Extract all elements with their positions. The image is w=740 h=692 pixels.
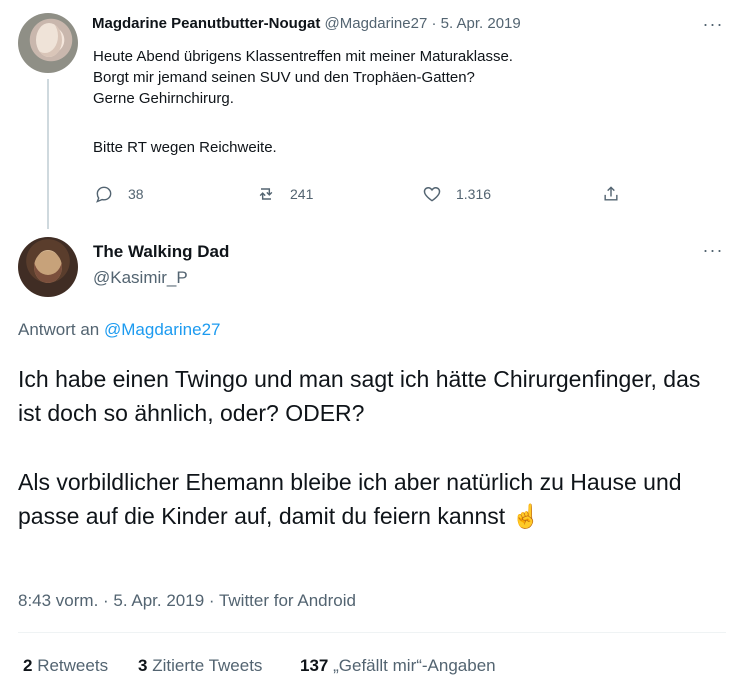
- like-count: 1.316: [456, 186, 492, 202]
- share-action[interactable]: [601, 184, 621, 204]
- likes-stat-label: „Gefällt mir“-Angaben: [333, 656, 496, 675]
- share-icon: [604, 186, 618, 201]
- tweet1-line-3: Gerne Gehirnchirurg.: [93, 90, 234, 107]
- tweet1-text: Heute Abend übrigens Klassentreffen mit …: [93, 46, 693, 158]
- tweet1-handle[interactable]: @Magdarine27: [325, 15, 428, 32]
- quotes-stat-label: Zitierte Tweets: [152, 656, 263, 675]
- quotes-stat[interactable]: 3 Zitierte Tweets: [138, 656, 262, 676]
- tweet2-paragraph-1: Ich habe einen Twingo und man sagt ich h…: [18, 366, 701, 426]
- tweet1-more-icon[interactable]: ···: [701, 15, 725, 33]
- tweet1-line-4: [93, 109, 693, 137]
- reply-to-line: Antwort an @Magdarine27: [18, 320, 221, 340]
- tweet2-handle[interactable]: @Kasimir_P: [93, 268, 188, 288]
- tweet1-date[interactable]: 5. Apr. 2019: [441, 15, 521, 32]
- retweets-stat-count: 2: [23, 656, 33, 675]
- reply-count: 38: [128, 186, 144, 202]
- tweet1-line-1: Heute Abend übrigens Klassentreffen mit …: [93, 48, 513, 65]
- likes-stat[interactable]: 137 „Gefällt mir“-Angaben: [300, 656, 496, 676]
- retweet-action[interactable]: 241: [256, 184, 313, 204]
- author-avatar-magdarine[interactable]: [18, 13, 78, 73]
- retweet-icon: [259, 188, 273, 200]
- tweet1-author-name[interactable]: Magdarine Peanutbutter-Nougat: [92, 15, 320, 32]
- tweet2-author-name[interactable]: The Walking Dad: [93, 242, 229, 262]
- tweet1-line-5: Bitte RT wegen Reichweite.: [93, 139, 277, 156]
- tweet2-more-icon[interactable]: ···: [701, 241, 725, 259]
- tweet1-header: Magdarine Peanutbutter-Nougat @Magdarine…: [92, 15, 692, 39]
- author-avatar-walking-dad[interactable]: [18, 237, 78, 297]
- thread-connector-line: [47, 79, 49, 229]
- retweet-count: 241: [290, 186, 314, 202]
- reply-icon: [96, 186, 112, 203]
- tweet1-line-2: Borgt mir jemand seinen SUV und den Trop…: [93, 69, 475, 86]
- quotes-stat-count: 3: [138, 656, 148, 675]
- tweet2-timestamp[interactable]: 8:43 vorm. · 5. Apr. 2019 · Twitter for …: [18, 591, 356, 611]
- retweets-stat-label: Retweets: [37, 656, 109, 675]
- retweets-stat[interactable]: 2 Retweets: [23, 656, 108, 676]
- tweet1-dot: ·: [431, 15, 437, 32]
- likes-stat-count: 137: [300, 656, 329, 675]
- tweet2-paragraph-2: Als vorbildlicher Ehemann bleibe ich abe…: [18, 469, 682, 529]
- divider: [18, 632, 726, 633]
- reply-to-prefix: Antwort an: [18, 320, 100, 339]
- reply-to-handle[interactable]: @Magdarine27: [104, 320, 221, 339]
- like-action[interactable]: 1.316: [422, 184, 491, 204]
- reply-action[interactable]: 38: [94, 184, 144, 204]
- heart-icon: [423, 187, 441, 202]
